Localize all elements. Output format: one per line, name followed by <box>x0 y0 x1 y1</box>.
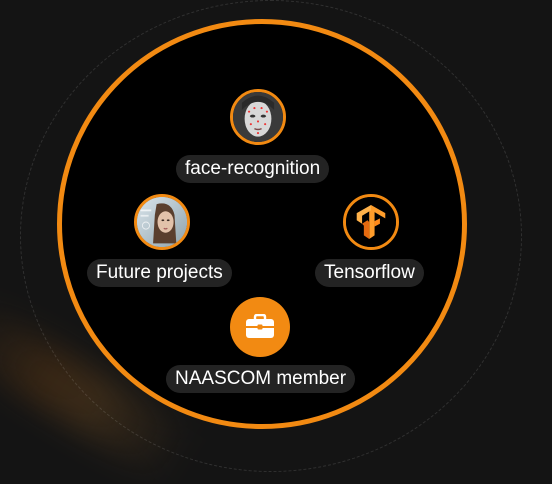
future-projects-label[interactable]: Future projects <box>87 259 232 287</box>
tensorflow-label[interactable]: Tensorflow <box>315 259 424 287</box>
face-recognition-label[interactable]: face-recognition <box>176 155 330 183</box>
briefcase-icon[interactable] <box>230 297 290 357</box>
tensorflow-logo-icon[interactable] <box>343 194 399 250</box>
future-projects-photo-icon[interactable] <box>134 194 190 250</box>
naascom-member-label[interactable]: NAASCOM member <box>166 365 356 393</box>
face-recognition-photo-icon[interactable] <box>230 89 286 145</box>
